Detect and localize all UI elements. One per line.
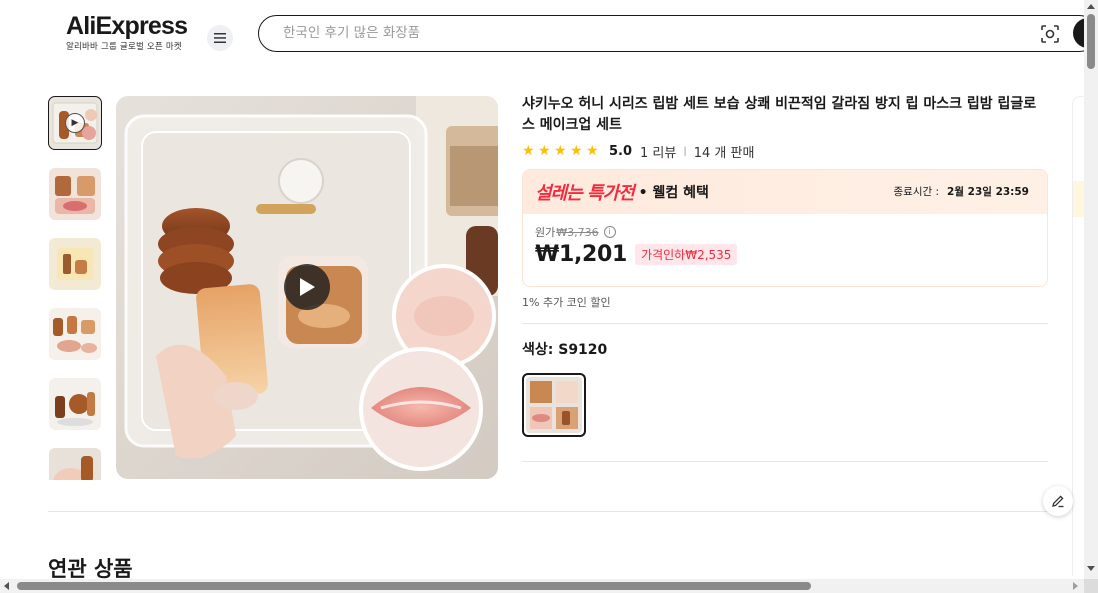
thumbnail-list: ▶ bbox=[48, 96, 102, 480]
hamburger-icon bbox=[214, 33, 226, 43]
thumbnail-video[interactable]: ▶ bbox=[48, 96, 102, 150]
thumbnail-2[interactable] bbox=[49, 168, 101, 220]
separator: | bbox=[683, 145, 687, 157]
sold-count: 14 개 판매 bbox=[693, 145, 755, 161]
promo-end-time: 종료시간 : 2월 23일 23:59 bbox=[894, 184, 1030, 199]
pencil-icon bbox=[1052, 495, 1064, 508]
section-divider bbox=[48, 511, 1048, 512]
current-price-row: ₩1,201 가격인하₩2,535 bbox=[535, 242, 1035, 267]
menu-button[interactable] bbox=[207, 25, 233, 51]
star-icon: ★ bbox=[586, 143, 599, 159]
edit-button[interactable] bbox=[1043, 486, 1073, 516]
horizontal-scroll-thumb[interactable] bbox=[17, 582, 811, 590]
product-info: 샤키누오 허니 시리즈 립밤 세트 보습 상쾌 비끈적임 갈라짐 방지 립 마스… bbox=[522, 94, 1048, 462]
promo-logo: 설레는 특가전 bbox=[535, 183, 635, 204]
end-time-value: 2월 23일 23:59 bbox=[947, 186, 1029, 198]
logo-subtitle: 알리바바 그룹 글로벌 오픈 마켓 bbox=[66, 42, 182, 52]
review-count-link[interactable]: 1 리뷰 bbox=[640, 142, 676, 161]
logo-text: AliExpress bbox=[66, 12, 188, 40]
star-rating: ★ ★ ★ ★ ★ bbox=[522, 144, 600, 158]
vertical-scrollbar[interactable] bbox=[1084, 0, 1098, 579]
price-area: 원가 ₩3,736 i ₩1,201 가격인하₩2,535 bbox=[523, 214, 1047, 277]
divider bbox=[522, 323, 1048, 324]
promo-subtitle: • 웰컴 혜택 bbox=[638, 185, 709, 201]
current-price: ₩1,201 bbox=[535, 242, 628, 267]
original-price-label: 원가 bbox=[535, 226, 556, 239]
original-price-row: 원가 ₩3,736 i bbox=[535, 224, 1035, 240]
end-time-label: 종료시간 : bbox=[893, 186, 940, 198]
play-button[interactable] bbox=[284, 264, 330, 310]
scrollbar-corner bbox=[1084, 579, 1098, 593]
star-icon: ★ bbox=[554, 143, 567, 159]
coin-discount: 1% 추가 코인 할인 bbox=[522, 296, 611, 309]
promo-header: 설레는 특가전 • 웰컴 혜택 종료시간 : 2월 23일 23:59 bbox=[523, 170, 1047, 214]
play-icon: ▶ bbox=[65, 113, 85, 133]
scroll-right-arrow[interactable] bbox=[1073, 582, 1078, 590]
rating-value: 5.0 bbox=[609, 143, 633, 159]
right-panel-edge bbox=[1072, 96, 1085, 576]
thumbnail-3[interactable] bbox=[49, 238, 101, 290]
info-icon[interactable]: i bbox=[603, 226, 616, 238]
scroll-left-arrow[interactable] bbox=[4, 582, 9, 590]
image-search-button[interactable] bbox=[1039, 23, 1061, 45]
star-icon: ★ bbox=[538, 143, 551, 159]
color-label: 색상: S9120 bbox=[522, 342, 608, 358]
product-title: 샤키누오 허니 시리즈 립밤 세트 보습 상쾌 비끈적임 갈라짐 방지 립 마스… bbox=[522, 96, 1037, 133]
search-input[interactable] bbox=[283, 23, 983, 43]
star-icon: ★ bbox=[570, 143, 583, 159]
horizontal-scrollbar[interactable] bbox=[0, 579, 1084, 593]
play-icon bbox=[300, 278, 315, 296]
color-swatch-s9120[interactable] bbox=[522, 373, 586, 437]
camera-scan-icon bbox=[1041, 25, 1059, 43]
header: AliExpress 알리바바 그룹 글로벌 오픈 마켓 bbox=[0, 0, 1098, 70]
main-product-image[interactable] bbox=[116, 96, 498, 479]
thumbnail-6[interactable] bbox=[49, 448, 101, 480]
scroll-down-arrow[interactable] bbox=[1087, 566, 1095, 571]
divider bbox=[522, 461, 1048, 462]
promo-price-box: 설레는 특가전 • 웰컴 혜택 종료시간 : 2월 23일 23:59 원가 ₩3… bbox=[522, 169, 1048, 287]
aliexpress-logo[interactable]: AliExpress 알리바바 그룹 글로벌 오픈 마켓 bbox=[66, 12, 188, 52]
thumbnail-4[interactable] bbox=[49, 308, 101, 360]
vertical-scroll-thumb[interactable] bbox=[1087, 14, 1095, 69]
scroll-up-arrow[interactable] bbox=[1087, 4, 1095, 9]
search-bar bbox=[258, 15, 1098, 52]
star-icon: ★ bbox=[522, 143, 535, 159]
thumbnail-5[interactable] bbox=[49, 378, 101, 430]
discount-badge: 가격인하₩2,535 bbox=[635, 244, 738, 265]
rating-row: ★ ★ ★ ★ ★ 5.0 1 리뷰 | 14 개 판매 bbox=[522, 142, 1048, 161]
original-price: ₩3,736 bbox=[556, 225, 599, 239]
